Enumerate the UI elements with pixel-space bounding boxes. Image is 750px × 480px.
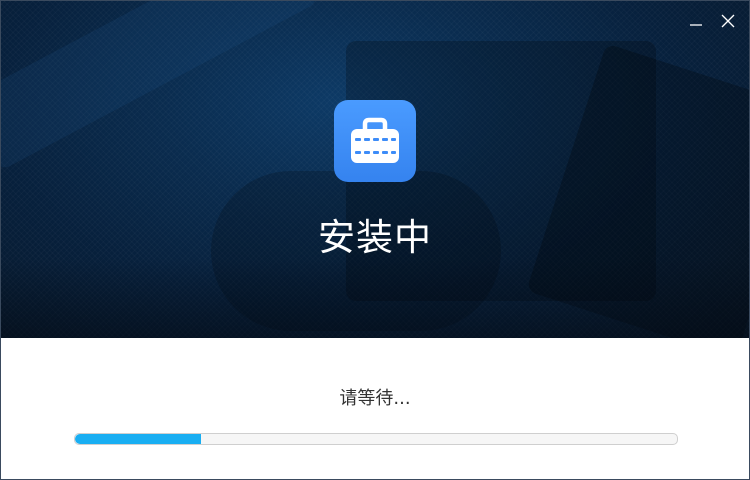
toolbox-icon (351, 117, 399, 163)
status-message: 请等待... (339, 388, 411, 409)
hero-title: 安装中 (318, 216, 432, 259)
close-button[interactable] (717, 11, 739, 31)
window-controls (685, 11, 739, 31)
minimize-button[interactable] (685, 11, 707, 31)
progress-bar (74, 433, 678, 445)
installer-window: 安装中 请等待... (0, 0, 750, 480)
hero-fade (1, 258, 749, 338)
hero-banner: 安装中 (1, 1, 749, 338)
app-icon (334, 100, 416, 182)
progress-bar-fill (75, 434, 202, 444)
close-icon (721, 14, 735, 28)
minimize-icon (690, 24, 702, 26)
